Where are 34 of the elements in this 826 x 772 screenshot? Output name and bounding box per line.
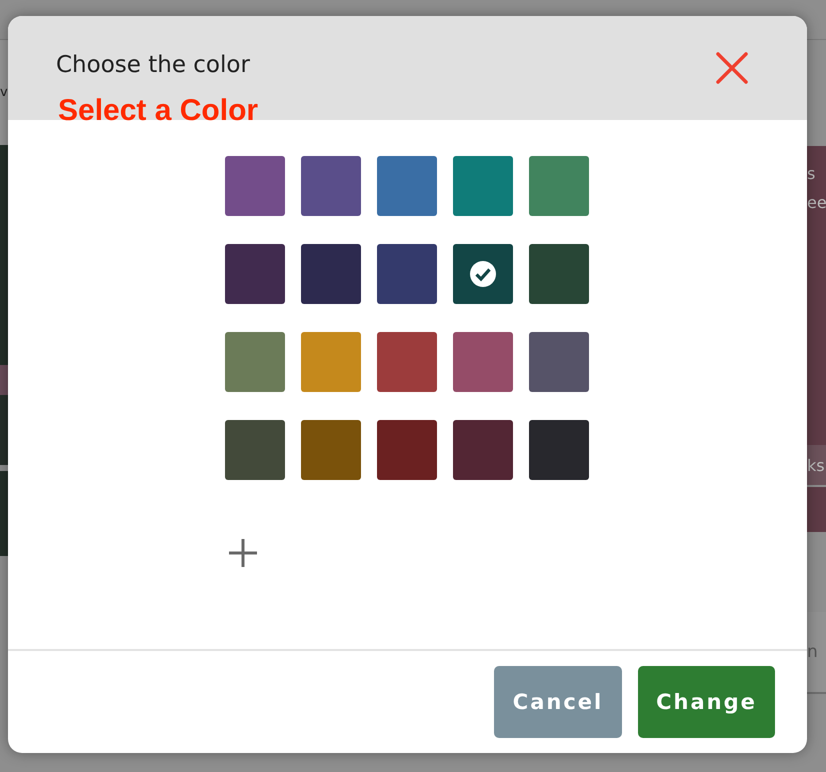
color-swatch[interactable] bbox=[225, 244, 285, 304]
color-swatch[interactable] bbox=[453, 420, 513, 480]
background-text: s bbox=[807, 164, 816, 183]
close-icon bbox=[715, 51, 749, 85]
color-swatch[interactable] bbox=[529, 420, 589, 480]
color-swatch[interactable] bbox=[377, 156, 437, 216]
color-swatch[interactable] bbox=[529, 244, 589, 304]
color-swatch[interactable] bbox=[225, 420, 285, 480]
add-color-icon[interactable] bbox=[228, 538, 258, 568]
color-swatch[interactable] bbox=[453, 332, 513, 392]
background-panel bbox=[807, 487, 826, 532]
check-icon bbox=[469, 260, 497, 288]
color-swatch[interactable] bbox=[529, 332, 589, 392]
color-swatch[interactable] bbox=[301, 420, 361, 480]
dialog-subtitle: Select a Color bbox=[58, 94, 258, 128]
color-swatch[interactable] bbox=[301, 156, 361, 216]
color-swatch[interactable] bbox=[301, 332, 361, 392]
color-swatch[interactable] bbox=[453, 156, 513, 216]
close-button[interactable] bbox=[715, 51, 749, 85]
color-swatch[interactable] bbox=[529, 156, 589, 216]
background-text: ee bbox=[807, 193, 826, 212]
color-swatch[interactable] bbox=[225, 156, 285, 216]
color-swatch[interactable] bbox=[453, 244, 513, 304]
background-text: n bbox=[807, 642, 818, 662]
change-button[interactable]: Change bbox=[638, 666, 775, 738]
dialog-title: Choose the color bbox=[56, 52, 250, 78]
color-swatch[interactable] bbox=[377, 332, 437, 392]
color-swatch[interactable] bbox=[225, 332, 285, 392]
cancel-button[interactable]: Cancel bbox=[494, 666, 622, 738]
background-text: ks bbox=[807, 456, 825, 474]
color-swatch[interactable] bbox=[377, 244, 437, 304]
color-swatch[interactable] bbox=[377, 420, 437, 480]
color-swatch[interactable] bbox=[301, 244, 361, 304]
background-text: v bbox=[0, 85, 8, 100]
